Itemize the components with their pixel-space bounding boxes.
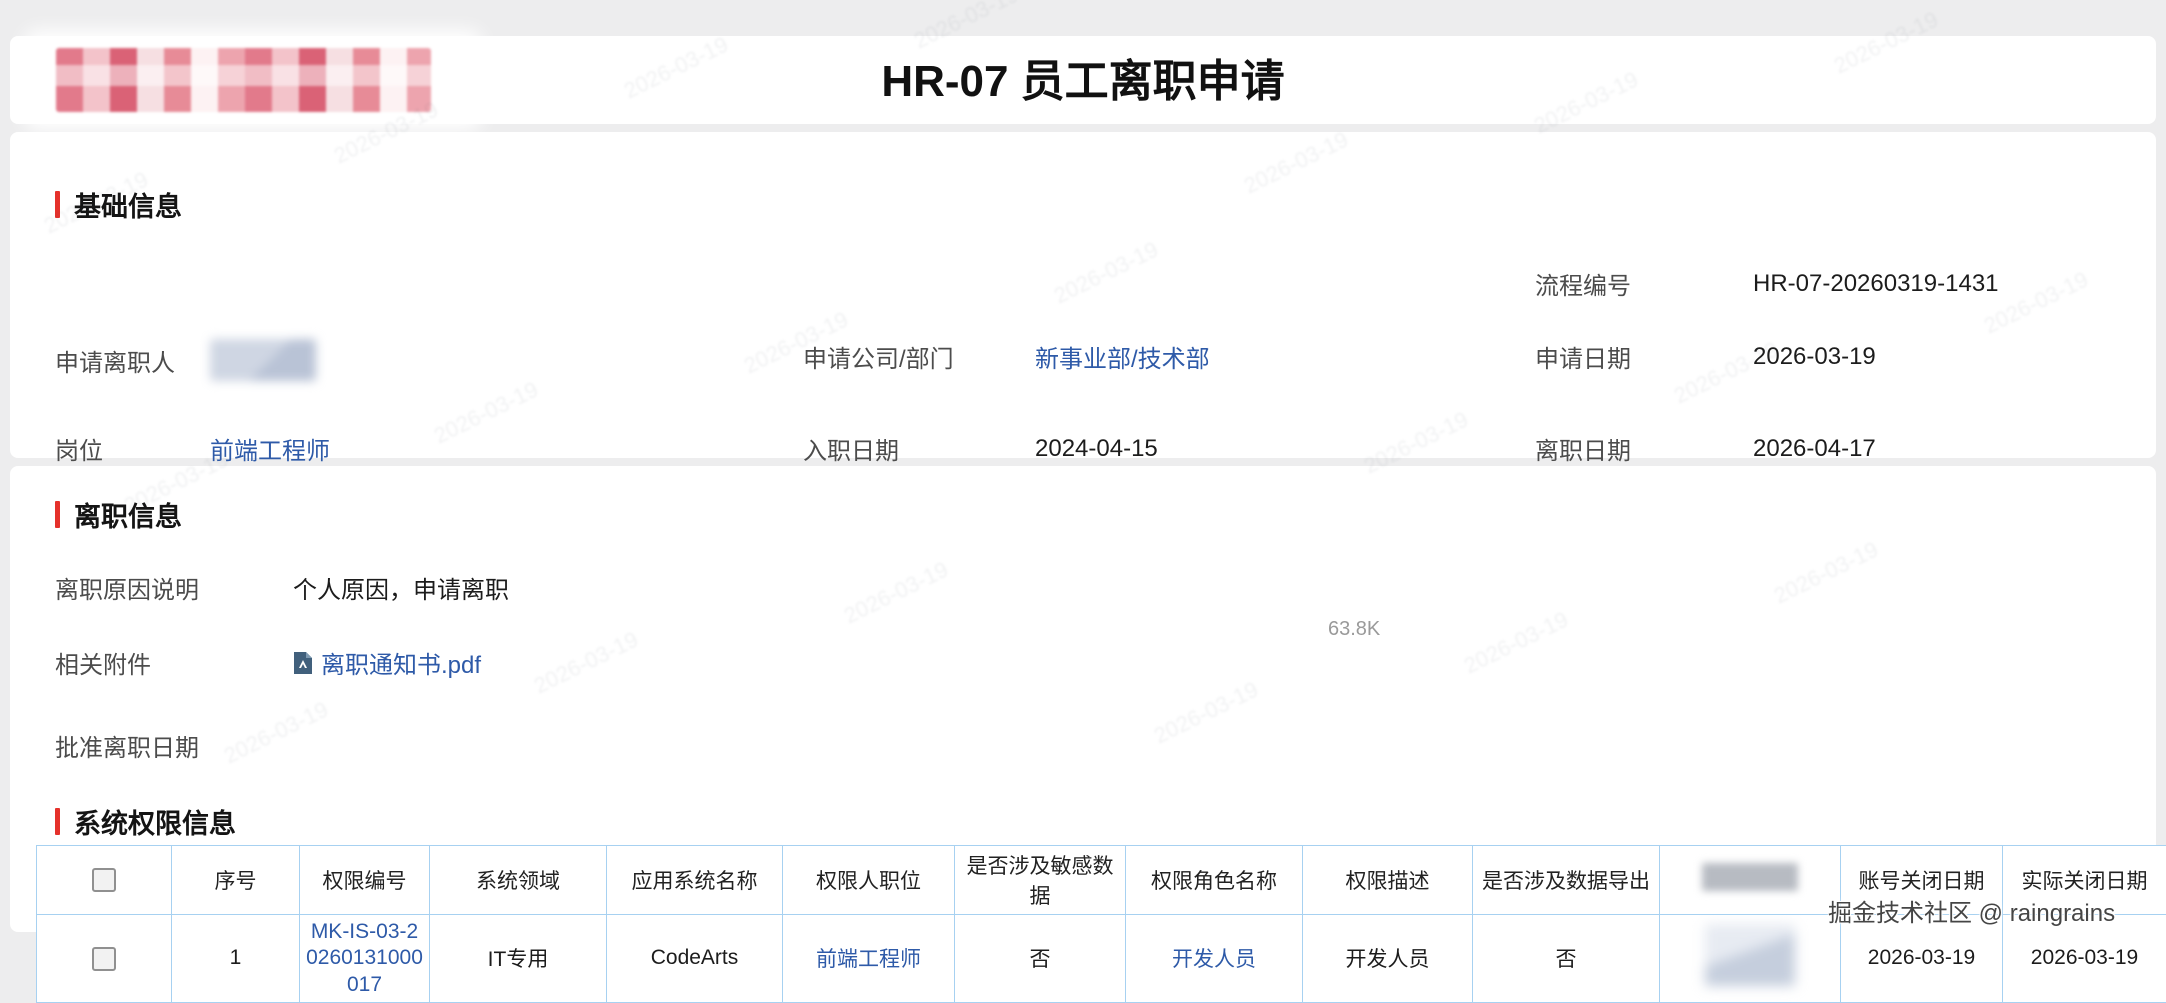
section-marker	[55, 191, 60, 218]
cell-redacted	[1660, 915, 1841, 1003]
entry-date-label: 入职日期	[803, 431, 1035, 466]
process-no-value: HR-07-20260319-1431	[1753, 270, 1999, 298]
col-app-name: 应用系统名称	[607, 846, 783, 915]
leave-date-value: 2026-04-17	[1753, 435, 1876, 463]
col-sensitive-data: 是否涉及敏感数据	[955, 846, 1126, 915]
approve-date-label: 批准离职日期	[55, 728, 293, 763]
col-redacted	[1660, 846, 1841, 915]
attachment-label: 相关附件	[55, 645, 293, 680]
position-label: 岗位	[55, 431, 210, 466]
position-link[interactable]: 前端工程师	[210, 431, 330, 466]
cell-sensitive-data: 否	[955, 915, 1126, 1003]
row-checkbox[interactable]	[92, 947, 116, 971]
permissions-heading: 系统权限信息	[55, 805, 2156, 837]
col-permission-no: 权限编号	[300, 846, 430, 915]
row-select-cell	[37, 915, 172, 1003]
apply-date-label: 申请日期	[1535, 339, 1753, 374]
community-credit: 掘金技术社区 @ raingrains	[1828, 893, 2115, 928]
page: 2026-03-19 2026-03-19 2026-03-19 2026-03…	[0, 0, 2166, 953]
section-marker	[55, 808, 60, 835]
attachment-link[interactable]: 离职通知书.pdf	[293, 645, 481, 680]
cell-system-domain: IT专用	[430, 915, 607, 1003]
reason-label: 离职原因说明	[55, 570, 293, 605]
leave-date-label: 离职日期	[1535, 431, 1753, 466]
applicant-label: 申请离职人	[55, 343, 210, 378]
col-data-export: 是否涉及数据导出	[1473, 846, 1660, 915]
resign-info-card: 离职信息 离职原因说明 个人原因，申请离职 相关附件 离职通知书.pdf 63.…	[10, 466, 2156, 932]
holder-position-link[interactable]: 前端工程师	[816, 948, 921, 971]
applicant-redacted-value	[210, 339, 316, 381]
permission-no-link[interactable]: MK-IS-03-20260131000017	[306, 920, 423, 996]
col-holder-position: 权限人职位	[783, 846, 955, 915]
redacted-header	[1702, 863, 1798, 891]
resign-info-heading: 离职信息	[55, 498, 2156, 530]
department-link[interactable]: 新事业部/技术部	[1035, 339, 1210, 374]
col-system-domain: 系统领域	[430, 846, 607, 915]
col-role-name: 权限角色名称	[1126, 846, 1303, 915]
cell-app-name: CodeArts	[607, 915, 783, 1003]
entry-date-value: 2024-04-15	[1035, 435, 1158, 463]
reason-value: 个人原因，申请离职	[293, 570, 509, 605]
process-no-label: 流程编号	[1535, 266, 1753, 301]
cell-seq: 1	[172, 915, 300, 1003]
select-all-checkbox[interactable]	[92, 868, 116, 892]
basic-info-heading: 基础信息	[55, 188, 2111, 220]
col-description: 权限描述	[1303, 846, 1473, 915]
apply-date-value: 2026-03-19	[1753, 343, 1876, 371]
pdf-file-icon	[293, 651, 313, 675]
cell-data-export: 否	[1473, 915, 1660, 1003]
col-seq: 序号	[172, 846, 300, 915]
select-all-cell	[37, 846, 172, 915]
attachment-file-size: 63.8K	[1328, 618, 1380, 641]
role-name-link[interactable]: 开发人员	[1172, 948, 1256, 971]
header-card: HR-07 员工离职申请	[10, 36, 2156, 124]
section-marker	[55, 501, 60, 528]
redacted-cell	[1705, 924, 1795, 986]
cell-description: 开发人员	[1303, 915, 1473, 1003]
page-title: HR-07 员工离职申请	[10, 36, 2156, 124]
basic-info-card: 基础信息 流程编号 HR-07-20260319-1431 申请离职人 申请公司…	[10, 132, 2156, 458]
department-label: 申请公司/部门	[803, 339, 1035, 374]
